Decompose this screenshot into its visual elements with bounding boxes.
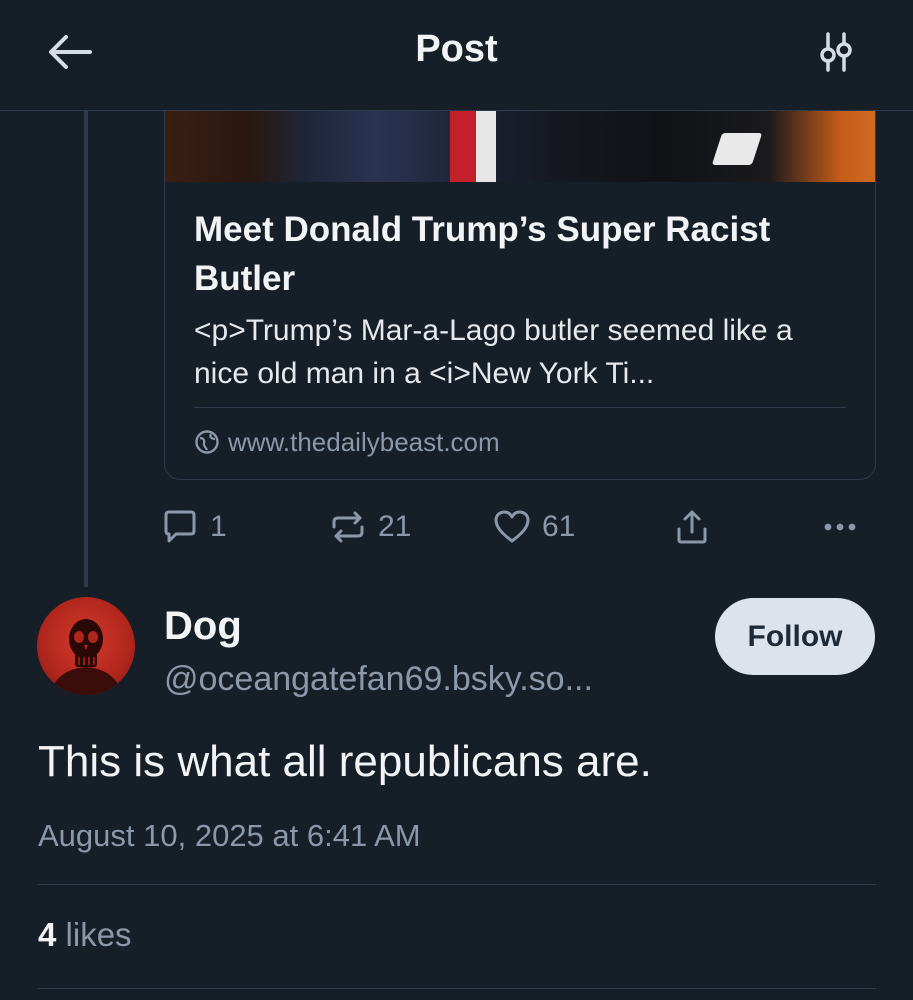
thread-connector-line <box>84 111 88 587</box>
top-bar: Post <box>0 0 913 111</box>
reply-count: 1 <box>210 510 227 543</box>
avatar[interactable] <box>37 597 135 695</box>
sliders-icon <box>820 32 852 72</box>
likes-stat[interactable]: 4 likes <box>38 916 132 954</box>
like-count: 61 <box>542 510 576 543</box>
post-timestamp: August 10, 2025 at 6:41 AM <box>38 818 421 853</box>
repost-button[interactable]: 21 <box>328 505 411 549</box>
comment-icon <box>164 510 196 543</box>
thread-settings-button[interactable] <box>812 28 860 76</box>
follow-button[interactable]: Follow <box>715 598 875 675</box>
skull-avatar-image <box>49 619 123 695</box>
image-detail-tie <box>450 111 476 182</box>
like-button[interactable]: 61 <box>492 505 575 549</box>
image-detail-pocket-square <box>711 133 763 165</box>
post-page: Post Meet Donald Trump’s Super Racist Bu… <box>0 0 913 1000</box>
author-handle[interactable]: @oceangatefan69.bsky.so... <box>164 660 593 699</box>
link-preview-title: Meet Donald Trump’s Super Racist Butler <box>194 210 771 298</box>
more-options-button[interactable] <box>820 505 860 549</box>
share-icon <box>677 510 707 544</box>
link-preview-divider <box>194 407 846 408</box>
stats-divider-top <box>38 884 876 885</box>
link-preview-domain: www.thedailybeast.com <box>194 425 500 459</box>
image-detail-shirt <box>476 111 496 182</box>
link-preview-card[interactable]: Meet Donald Trump’s Super Racist Butler … <box>164 111 876 480</box>
likes-count: 4 <box>38 916 57 953</box>
author-display-name[interactable]: Dog <box>164 604 242 649</box>
page-title: Post <box>415 28 498 70</box>
repost-icon <box>332 511 364 543</box>
post-text: This is what all republicans are. <box>38 737 652 786</box>
reply-button[interactable]: 1 <box>160 505 227 549</box>
more-horizontal-icon <box>824 523 856 531</box>
parent-post-actions: 1 21 61 <box>160 505 880 549</box>
heart-icon <box>494 510 530 543</box>
globe-icon <box>195 430 219 454</box>
repost-count: 21 <box>378 510 412 543</box>
link-preview-image <box>165 111 875 182</box>
share-button[interactable] <box>672 505 712 549</box>
link-preview-domain-text: www.thedailybeast.com <box>228 426 500 457</box>
likes-label: likes <box>56 916 132 953</box>
stats-divider-bottom <box>38 988 876 989</box>
link-preview-description: <p>Trump’s Mar-a-Lago butler seemed like… <box>194 314 793 390</box>
